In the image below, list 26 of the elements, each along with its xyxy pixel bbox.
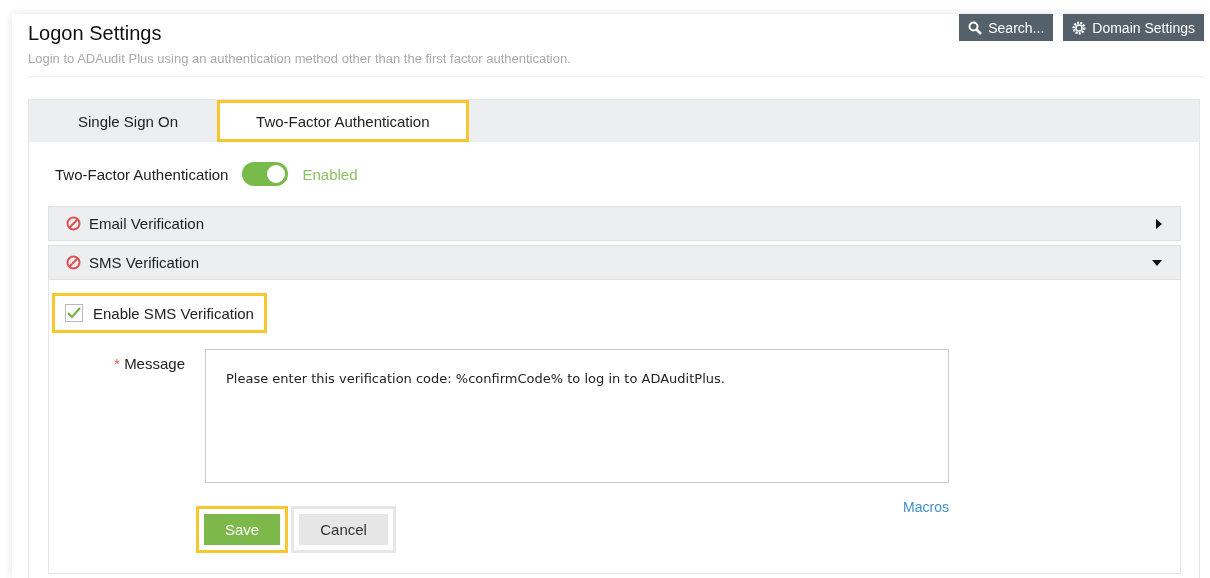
message-field[interactable]: Please enter this verification code: %confirmCode% to log in to ADAuditPlus. xyxy=(205,349,949,483)
settings-icon xyxy=(1072,20,1087,35)
message-label: Message xyxy=(124,355,185,372)
page-subtitle: Login to ADAudit Plus using an authentication method other than the first factor authentication. xyxy=(28,51,571,66)
required-mark: * xyxy=(114,355,120,372)
accordion-header[interactable]: SMS Verification xyxy=(48,245,1181,280)
macros-link[interactable]: Macros xyxy=(903,499,949,515)
toggle-switch[interactable] xyxy=(242,162,289,186)
accordion-title: SMS Verification xyxy=(89,254,201,271)
caret-down-icon xyxy=(1152,259,1162,266)
accordion-header[interactable]: Email Verification xyxy=(48,206,1181,241)
checkbox[interactable] xyxy=(65,304,83,322)
search-button[interactable]: Search... xyxy=(959,14,1054,41)
caret-right-icon xyxy=(1156,218,1162,229)
accordion-title: Email Verification xyxy=(89,215,206,232)
cancel-button[interactable]: Cancel xyxy=(291,506,396,553)
search-icon xyxy=(968,20,983,35)
blocked-icon xyxy=(66,255,81,270)
toggle-status: Enabled xyxy=(302,165,358,183)
blocked-icon xyxy=(66,216,81,231)
toggle-label: Two-Factor Authentication xyxy=(55,165,229,183)
enable-sms-checkbox[interactable]: Enable SMS Verification xyxy=(52,293,267,333)
tab[interactable]: Two-Factor Authentication xyxy=(217,100,469,142)
page-title: Logon Settings xyxy=(28,22,163,45)
tab[interactable]: Single Sign On xyxy=(39,100,218,142)
domain-settings-button[interactable]: Domain Settings xyxy=(1063,14,1204,41)
